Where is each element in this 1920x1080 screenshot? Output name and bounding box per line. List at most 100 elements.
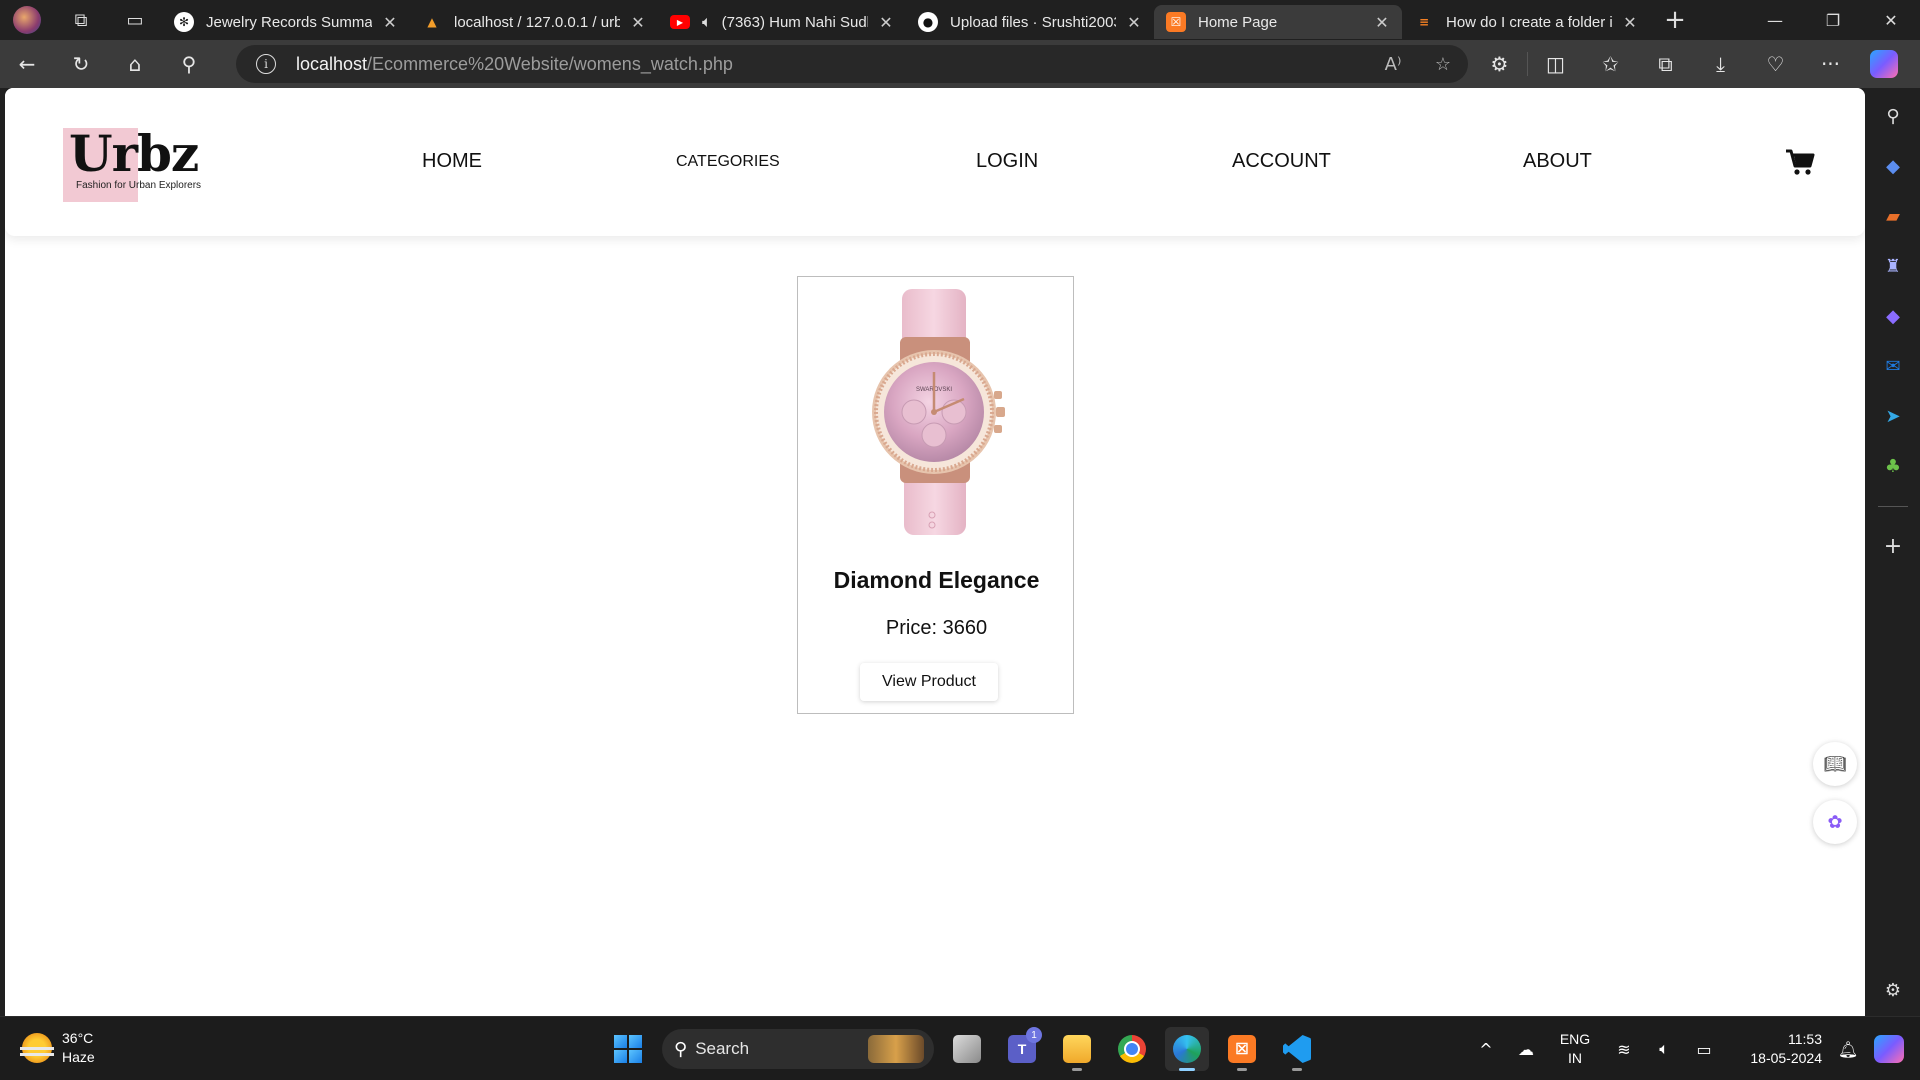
nav-account[interactable]: ACCOUNT: [1232, 150, 1331, 173]
battery-icon[interactable]: ▭: [1684, 1040, 1724, 1059]
weather-temp: 36°C: [62, 1030, 94, 1046]
tab-stackoverflow[interactable]: ≡ How do I create a folder in ✕: [1402, 5, 1650, 39]
add-sidebar-app-icon[interactable]: +: [1866, 526, 1920, 566]
product-price: Price: 3660: [798, 617, 1075, 640]
favorite-star-icon[interactable]: ☆: [1418, 54, 1468, 75]
profile-avatar[interactable]: [0, 0, 54, 40]
nav-home[interactable]: HOME: [422, 150, 482, 173]
onedrive-icon[interactable]: ☁: [1506, 1040, 1546, 1059]
windows-start-icon[interactable]: [606, 1027, 650, 1071]
tab-youtube[interactable]: ▶ 🔈︎ (7363) Hum Nahi Sudhrenge ✕: [658, 5, 906, 39]
teams-badge: 1: [1026, 1027, 1042, 1043]
tools-icon[interactable]: ▰: [1866, 196, 1920, 236]
view-product-button[interactable]: View Product: [860, 663, 998, 701]
cart-icon[interactable]: [1785, 148, 1815, 176]
close-tab-icon[interactable]: ✕: [380, 13, 400, 32]
favorites-icon[interactable]: ✩: [1583, 40, 1638, 88]
chatgpt-icon: ✻: [174, 12, 194, 32]
close-tab-icon[interactable]: ✕: [1124, 13, 1144, 32]
close-tab-icon[interactable]: ✕: [876, 13, 896, 32]
minimize-icon[interactable]: —: [1746, 0, 1804, 40]
shopping-tag-icon[interactable]: ◆: [1866, 146, 1920, 186]
weather-condition: Haze: [62, 1049, 95, 1065]
search-highlight-image: [868, 1035, 924, 1063]
github-icon: ●: [918, 12, 938, 32]
sidebar-settings-icon[interactable]: ⚙: [1866, 970, 1920, 1010]
speaker-icon[interactable]: 🔈︎: [702, 12, 712, 32]
ai-brain-icon[interactable]: ✿: [1813, 800, 1857, 844]
vscode-icon[interactable]: [1275, 1027, 1319, 1071]
edge-icon[interactable]: [1165, 1027, 1209, 1071]
close-tab-icon[interactable]: ✕: [1372, 13, 1392, 32]
edge-sidebar: ⚲ ◆ ▰ ♜ ◆ ✉ ➤ ♣ + ⚙: [1866, 88, 1920, 1016]
language-indicator[interactable]: ENG IN: [1546, 1030, 1604, 1068]
close-window-icon[interactable]: ✕: [1862, 0, 1920, 40]
xampp-icon: ☒: [1166, 12, 1186, 32]
immersive-reader-icon[interactable]: 📖︎: [1813, 742, 1857, 786]
read-aloud-icon[interactable]: A⁾: [1368, 54, 1418, 75]
games-icon[interactable]: ♜: [1866, 246, 1920, 286]
restore-icon[interactable]: ❐: [1804, 0, 1862, 40]
tab-title: localhost / 127.0.0.1 / urbz: [454, 13, 620, 31]
taskbar-apps: ⚲ Search T1 ☒: [606, 1027, 1319, 1071]
split-screen-icon[interactable]: ◫: [1528, 40, 1583, 88]
copilot-taskbar-icon[interactable]: [1874, 1035, 1904, 1063]
refresh-icon[interactable]: ↻: [54, 40, 108, 88]
workspaces-icon[interactable]: ⧉: [54, 0, 108, 40]
microsoft-365-icon[interactable]: ◆: [1866, 296, 1920, 336]
browser-essentials-icon[interactable]: ♡: [1748, 40, 1803, 88]
home-icon[interactable]: ⌂: [108, 40, 162, 88]
close-tab-icon[interactable]: ✕: [628, 13, 648, 32]
notifications-bell-icon[interactable]: 🔔︎: [1828, 1040, 1868, 1059]
page-viewport: Urbz Fashion for Urban Explorers HOME CA…: [5, 88, 1865, 1016]
volume-icon[interactable]: 🔈︎: [1644, 1039, 1684, 1059]
nav-categories[interactable]: CATEGORIES: [676, 153, 780, 171]
stackoverflow-icon: ≡: [1418, 15, 1430, 29]
system-tray: ^ ☁ ENG IN ≋ 🔈︎ ▭ 11:53 18-05-2024 🔔︎: [1466, 1017, 1920, 1080]
address-bar[interactable]: i localhost/Ecommerce%20Website/womens_w…: [236, 45, 1468, 83]
weather-widget[interactable]: 36°C Haze: [20, 1029, 95, 1067]
tab-github[interactable]: ● Upload files · Srushti2003 ✕: [906, 5, 1154, 39]
site-logo[interactable]: Urbz Fashion for Urban Explorers: [63, 124, 223, 202]
tab-title: (7363) Hum Nahi Sudhrenge: [721, 13, 868, 31]
send-icon[interactable]: ➤: [1866, 396, 1920, 436]
tab-jewelry-records[interactable]: ✻ Jewelry Records Summary ✕: [162, 5, 410, 39]
downloads-icon[interactable]: ⤓: [1693, 40, 1748, 88]
teams-icon[interactable]: T1: [1000, 1027, 1044, 1071]
xampp-taskbar-icon[interactable]: ☒: [1220, 1027, 1264, 1071]
nav-about[interactable]: ABOUT: [1523, 150, 1592, 173]
tab-actions-icon[interactable]: ▭: [108, 0, 162, 40]
clock-time: 11:53: [1788, 1031, 1822, 1047]
more-menu-icon[interactable]: ···: [1803, 40, 1858, 88]
product-image[interactable]: SWAROVSKI: [854, 287, 1014, 537]
site-info-icon[interactable]: i: [246, 54, 286, 74]
wifi-icon[interactable]: ≋: [1604, 1040, 1644, 1059]
show-hidden-icons-chevron-icon[interactable]: ^: [1466, 1040, 1506, 1059]
new-tab-button[interactable]: +: [1650, 5, 1700, 35]
file-explorer-icon[interactable]: [1055, 1027, 1099, 1071]
tree-icon[interactable]: ♣: [1866, 446, 1920, 486]
taskbar-search[interactable]: ⚲ Search: [662, 1029, 934, 1069]
haze-weather-icon: [20, 1033, 54, 1063]
collections-icon[interactable]: ⧉: [1638, 40, 1693, 88]
extensions-icon[interactable]: ⚙: [1472, 40, 1527, 88]
site-header: Urbz Fashion for Urban Explorers HOME CA…: [5, 88, 1865, 236]
chrome-icon[interactable]: [1110, 1027, 1154, 1071]
back-icon[interactable]: ←: [0, 40, 54, 88]
outlook-icon[interactable]: ✉: [1866, 346, 1920, 386]
tab-phpmyadmin[interactable]: ▲ localhost / 127.0.0.1 / urbz ✕: [410, 5, 658, 39]
phpmyadmin-icon: ▲: [427, 15, 437, 29]
search-icon[interactable]: ⚲: [162, 40, 216, 88]
browser-toolbar: ← ↻ ⌂ ⚲ i localhost/Ecommerce%20Website/…: [0, 40, 1920, 88]
task-view-icon[interactable]: [945, 1027, 989, 1071]
window-controls: — ❐ ✕: [1746, 0, 1920, 40]
price-label: Price:: [885, 617, 938, 639]
search-label: Search: [695, 1039, 750, 1058]
copilot-icon[interactable]: [1870, 50, 1898, 78]
url-text[interactable]: localhost/Ecommerce%20Website/womens_wat…: [296, 54, 1368, 75]
tab-home-page[interactable]: ☒ Home Page ✕: [1154, 5, 1402, 39]
sidebar-search-icon[interactable]: ⚲: [1866, 96, 1920, 136]
clock[interactable]: 11:53 18-05-2024: [1724, 1030, 1822, 1068]
nav-login[interactable]: LOGIN: [976, 150, 1038, 173]
close-tab-icon[interactable]: ✕: [1620, 13, 1640, 32]
